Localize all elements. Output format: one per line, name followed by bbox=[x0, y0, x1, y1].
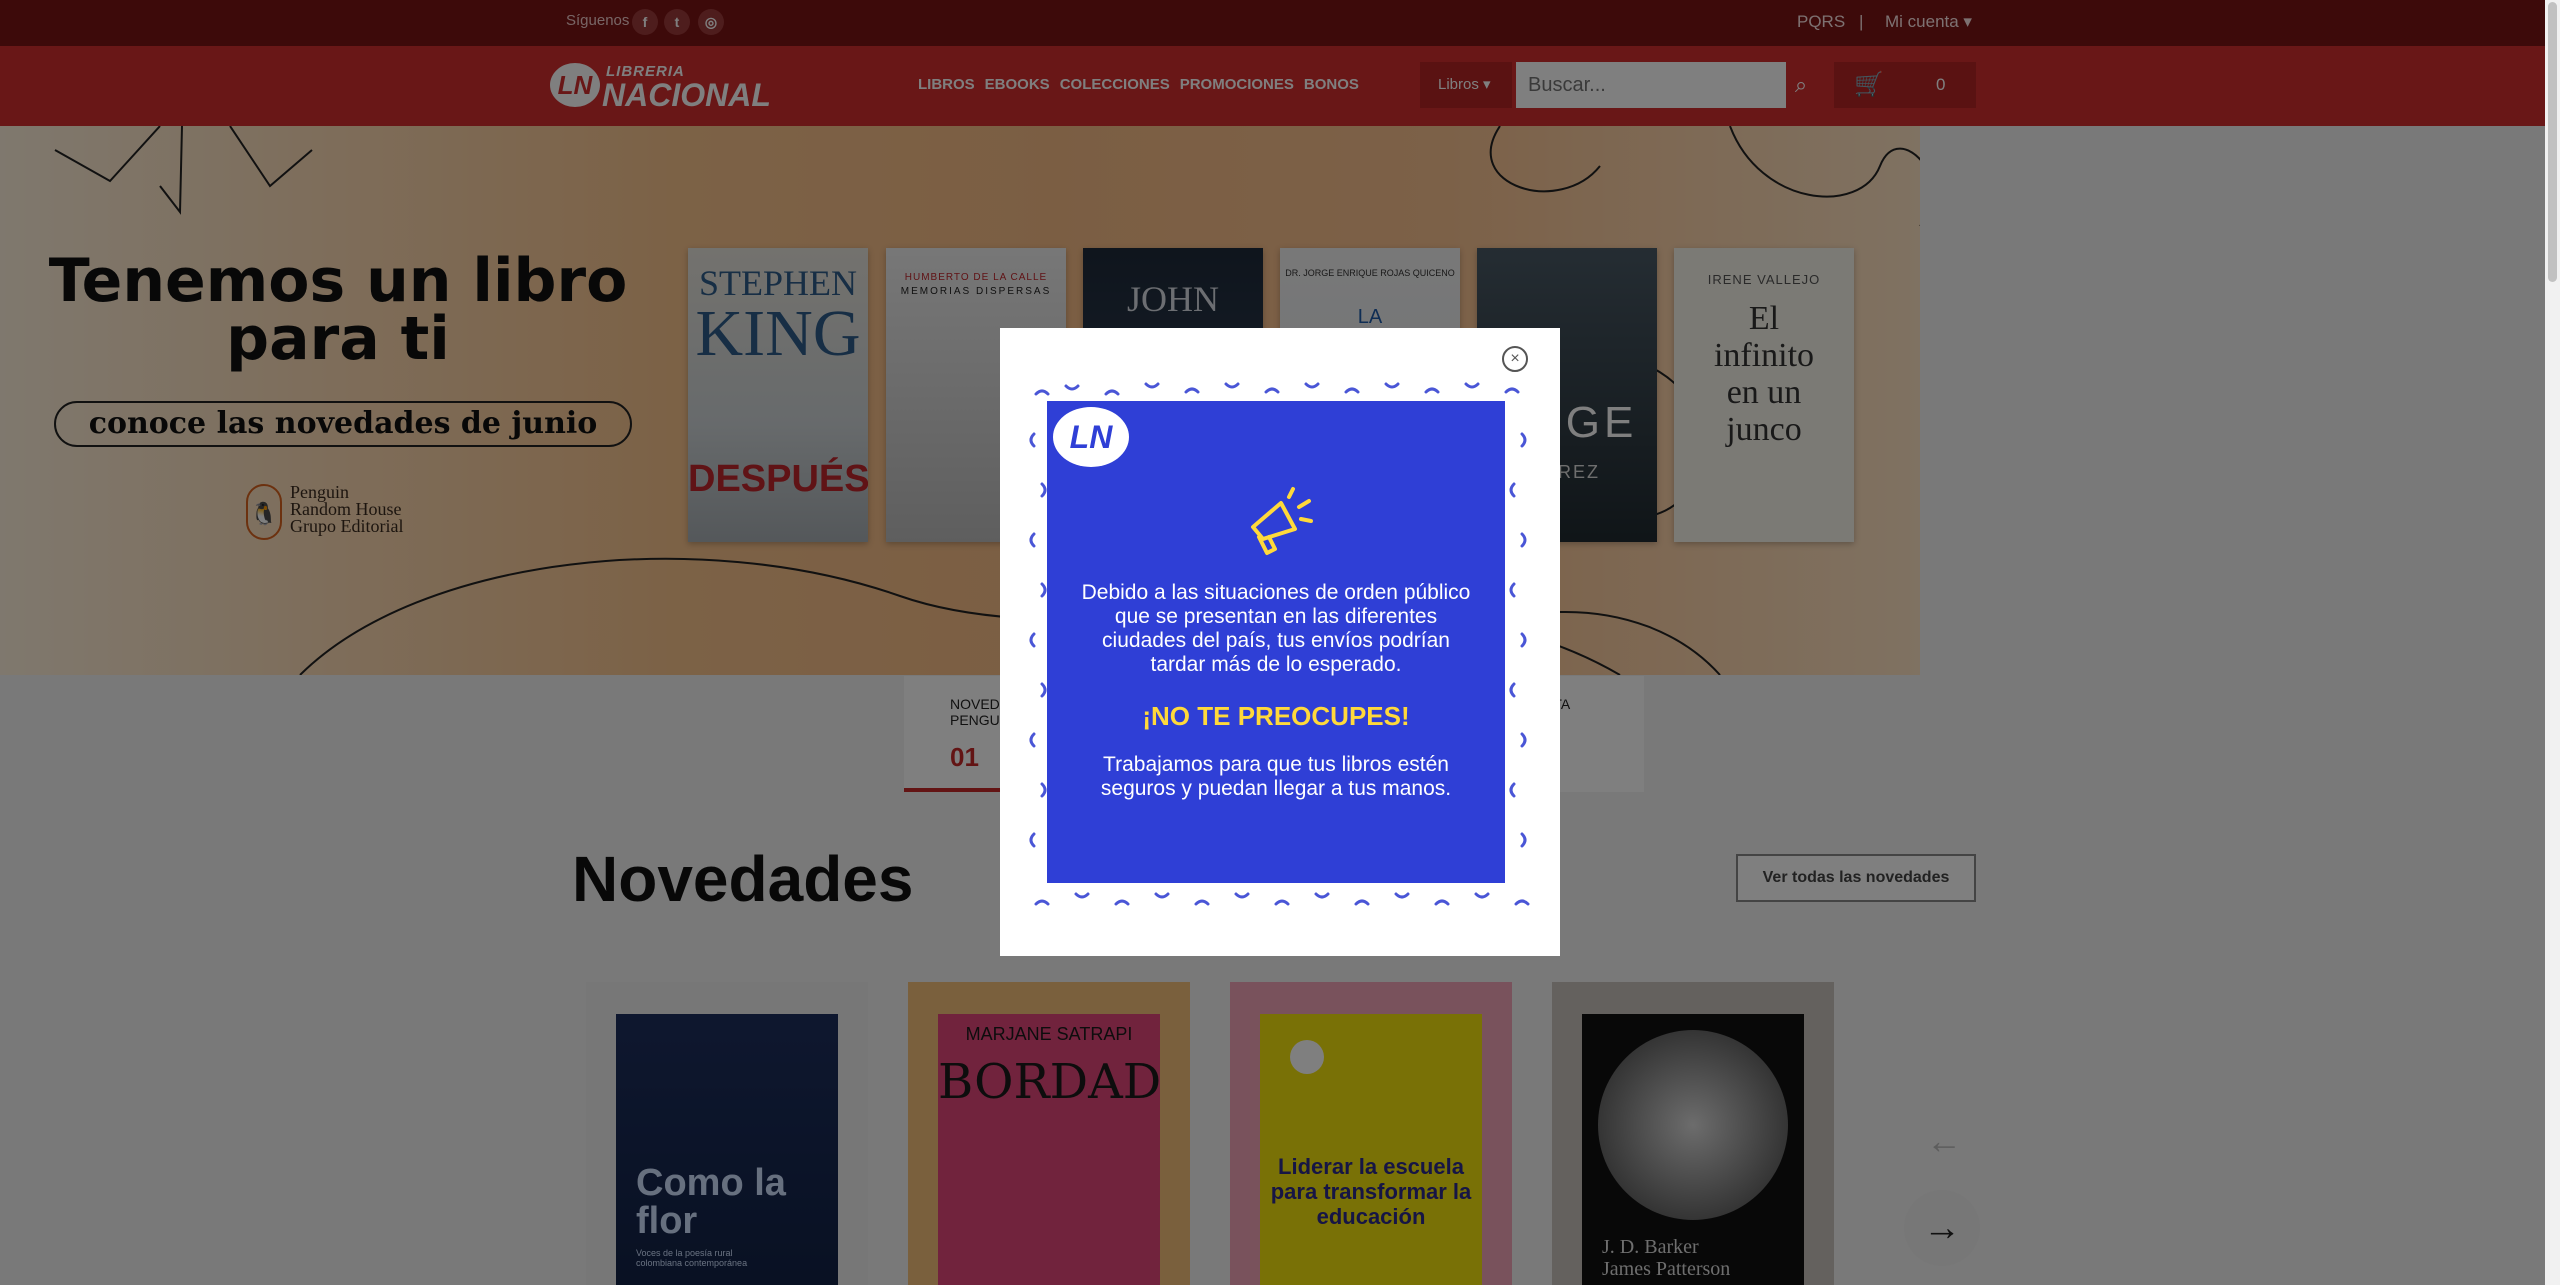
notice-highlight: ¡NO TE PREOCUPES! bbox=[1142, 701, 1410, 731]
notice-modal: × LN Debido a las situaciones de orden p… bbox=[1000, 328, 1560, 956]
notice-panel: LN Debido a las situaciones de orden púb… bbox=[1047, 401, 1505, 883]
notice-subtext: Trabajamos para que tus libros estén seg… bbox=[1100, 753, 1452, 800]
logo-mark-icon: LN bbox=[1053, 407, 1129, 467]
notice-message: Debido a las situaciones de orden públic… bbox=[1081, 581, 1471, 676]
scrollbar-thumb[interactable] bbox=[2548, 2, 2557, 282]
close-icon[interactable]: × bbox=[1502, 346, 1528, 372]
page-scrollbar[interactable] bbox=[2545, 0, 2560, 1285]
megaphone-icon bbox=[1251, 487, 1313, 555]
